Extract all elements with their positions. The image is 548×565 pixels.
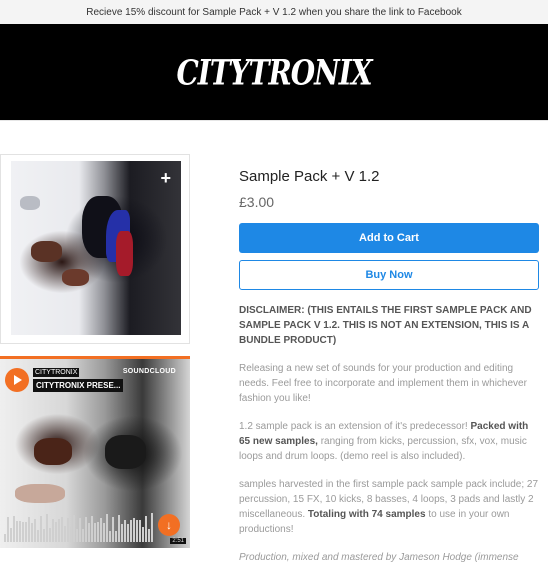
waveform-bar [67, 518, 69, 542]
play-icon[interactable] [5, 368, 29, 392]
product-price: £3.00 [239, 194, 275, 210]
waveform-bar [40, 515, 42, 542]
product-description-1: 1.2 sample pack is an extension of it's … [239, 421, 529, 462]
waveform-bar [73, 514, 75, 542]
waveform-bar [127, 523, 129, 542]
header-divider [0, 120, 548, 121]
waveform-bar [97, 522, 99, 542]
waveform-bar [70, 526, 72, 542]
waveform-bar [61, 516, 63, 542]
soundcloud-player[interactable]: CITYTRONIX CITYTRONIX PRESE... SOUNDCLOU… [0, 356, 190, 548]
waveform-bar [13, 515, 15, 542]
waveform-bar [82, 529, 84, 542]
waveform-bar [4, 534, 6, 542]
soundcloud-logo[interactable]: SOUNDCLOUD [123, 368, 176, 375]
product-credits: Production, mixed and mastered by Jameso… [239, 552, 519, 563]
announcement-text: Recieve 15% discount for Sample Pack + V… [86, 6, 462, 18]
product-artwork: + [11, 161, 181, 335]
waveform-bar [19, 521, 21, 542]
waveform-bar [139, 519, 141, 542]
waveform-bar [115, 530, 117, 542]
waveform-bar [106, 514, 108, 542]
add-to-cart-button[interactable]: Add to Cart [239, 223, 539, 253]
waveform-bar [148, 529, 150, 542]
waveform-bar [37, 530, 39, 542]
waveform-bar [34, 518, 36, 542]
waveform-bar [28, 516, 30, 542]
waveform-bar [31, 522, 33, 542]
waveform-bar [142, 527, 144, 542]
download-icon[interactable]: ↓ [158, 514, 180, 536]
waveform[interactable] [4, 512, 154, 542]
plus-icon[interactable]: + [160, 169, 171, 187]
product-details: Sample Pack + V 1.2 £3.00 Add to Cart Bu… [239, 168, 539, 565]
waveform-bar [133, 518, 135, 542]
waveform-bar [85, 516, 87, 542]
waveform-bar [10, 527, 12, 542]
waveform-bar [58, 518, 60, 542]
brand-logo[interactable]: CITYTRONIX [176, 51, 372, 92]
waveform-bar [16, 521, 18, 542]
waveform-bar [25, 521, 27, 542]
waveform-bar [88, 523, 90, 542]
waveform-bar [94, 523, 96, 542]
waveform-bar [118, 514, 120, 542]
buy-now-button[interactable]: Buy Now [239, 260, 539, 290]
waveform-bar [112, 516, 114, 542]
announcement-bar: Recieve 15% discount for Sample Pack + V… [0, 0, 548, 24]
waveform-bar [91, 516, 93, 542]
waveform-bar [121, 524, 123, 542]
waveform-bar [103, 523, 105, 542]
product-intro: Releasing a new set of sounds for your p… [239, 363, 527, 404]
waveform-bar [55, 522, 57, 542]
waveform-bar [151, 513, 153, 542]
product-disclaimer: DISCLAIMER: (THIS ENTAILS THE FIRST SAMP… [239, 305, 532, 346]
product-title: Sample Pack + V 1.2 [239, 168, 380, 185]
product-image[interactable]: + [0, 154, 190, 344]
site-header: CITYTRONIX [0, 24, 548, 120]
waveform-bar [109, 530, 111, 542]
waveform-bar [46, 513, 48, 542]
waveform-bar [136, 520, 138, 542]
waveform-bar [64, 525, 66, 542]
product-description-2: samples harvested in the first sample pa… [239, 479, 539, 535]
waveform-bar [76, 528, 78, 542]
waveform-bar [130, 519, 132, 542]
soundcloud-track-title[interactable]: CITYTRONIX PRESE... [33, 379, 124, 392]
waveform-bar [79, 518, 81, 542]
waveform-bar [124, 519, 126, 542]
track-duration: 2:51 [170, 538, 186, 544]
waveform-bar [49, 528, 51, 542]
waveform-bar [22, 521, 24, 542]
waveform-bar [145, 515, 147, 542]
waveform-bar [100, 518, 102, 542]
waveform-bar [7, 516, 9, 542]
waveform-bar [43, 528, 45, 542]
waveform-bar [52, 518, 54, 542]
soundcloud-artist[interactable]: CITYTRONIX [33, 368, 80, 377]
